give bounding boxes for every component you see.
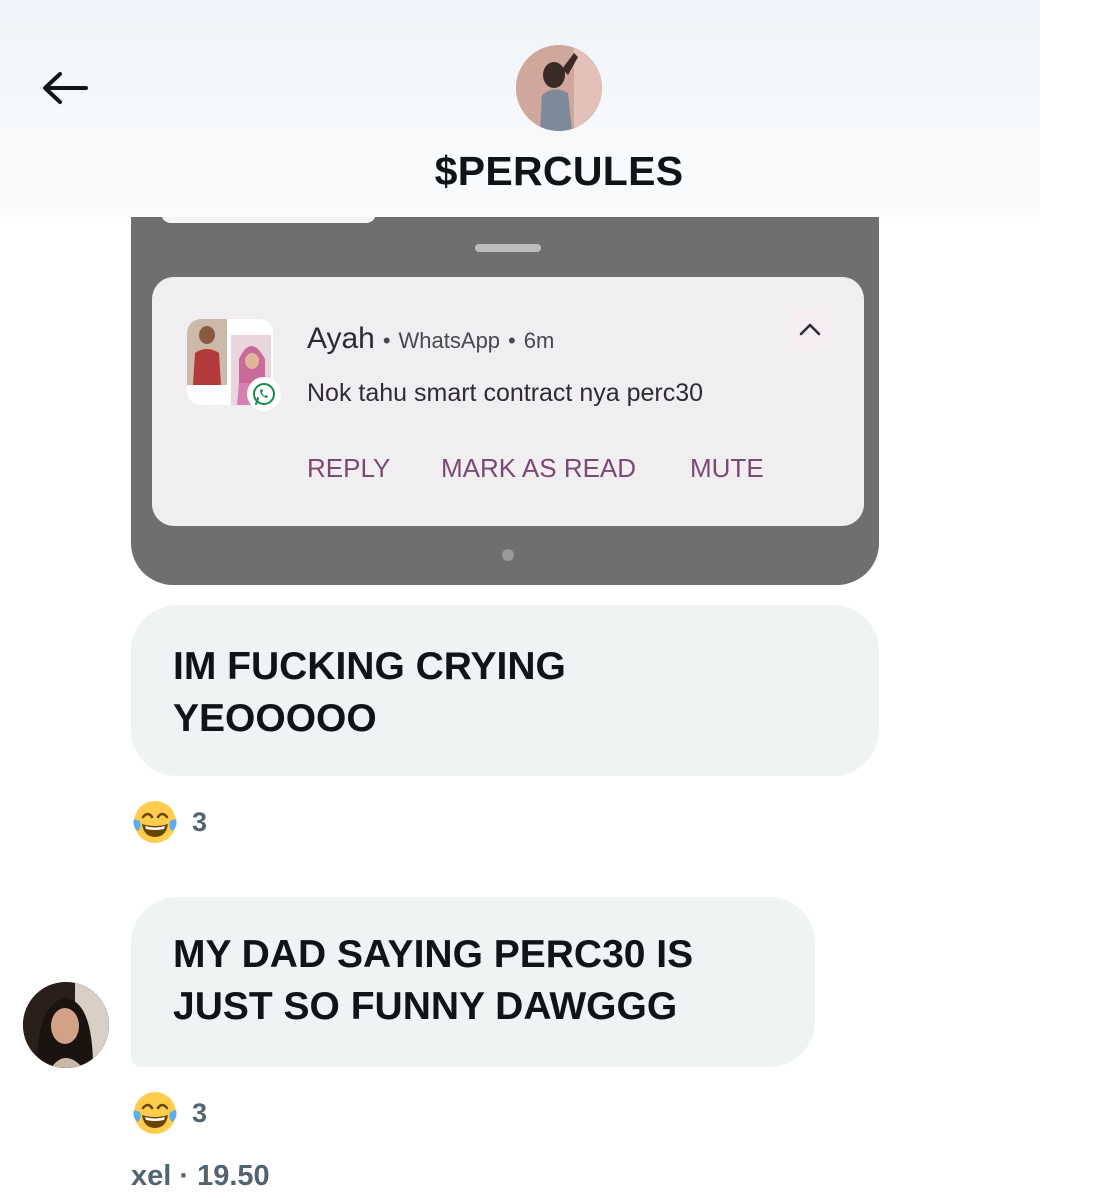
notification-header: Ayah • WhatsApp • 6m [307, 322, 554, 356]
shared-image-phone-screenshot[interactable]: Ayah • WhatsApp • 6m Nok tahu smart cont… [131, 205, 879, 585]
drag-handle [475, 244, 541, 252]
notification-app: WhatsApp [398, 328, 501, 353]
page-title: $PERCULES [434, 148, 684, 194]
notification-message: Nok tahu smart contract nya perc30 [307, 379, 704, 407]
avatar-photo [516, 45, 602, 131]
arrow-left-icon [43, 72, 88, 104]
message-text-line: YEOOOOO [173, 697, 377, 740]
message-reaction[interactable]: 3 [130, 1088, 207, 1138]
message-bubble[interactable]: MY DAD SAYING PERC30 IS JUST SO FUNNY DA… [131, 897, 815, 1067]
message-text-line: JUST SO FUNNY DAWGGG [173, 985, 678, 1028]
separator-dot: • [508, 328, 516, 353]
face-with-tears-of-joy-icon [133, 1092, 177, 1134]
notification-sender: Ayah [307, 322, 375, 355]
chevron-up-icon [799, 323, 821, 336]
mute-action[interactable]: MUTE [690, 453, 764, 484]
whatsapp-badge-icon [247, 377, 281, 411]
message-sender-time: xel · 19.50 [131, 1160, 270, 1192]
sender-avatar[interactable] [23, 982, 109, 1068]
notification-time: 6m [523, 328, 555, 353]
message-reaction[interactable]: 3 [130, 797, 207, 847]
back-button[interactable] [36, 62, 92, 114]
message-text-line: IM FUCKING CRYING [173, 645, 566, 688]
notification-card: Ayah • WhatsApp • 6m Nok tahu smart cont… [152, 277, 864, 526]
reply-action[interactable]: REPLY [307, 453, 390, 484]
collapse-button[interactable] [788, 307, 832, 351]
reaction-count: 3 [192, 806, 208, 837]
conversation-header: $PERCULES [0, 0, 1040, 217]
face-with-tears-of-joy-icon [133, 801, 177, 843]
message-bubble[interactable]: IM FUCKING CRYING YEOOOOO [131, 605, 879, 776]
mark-as-read-action[interactable]: MARK AS READ [441, 453, 636, 484]
reaction-count: 3 [192, 1097, 208, 1128]
avatar-photo [23, 982, 109, 1068]
conversation-avatar[interactable] [516, 45, 602, 131]
page-indicator-dot [502, 549, 514, 561]
separator-dot: • [382, 328, 391, 353]
message-text-line: MY DAD SAYING PERC30 IS [173, 933, 694, 976]
